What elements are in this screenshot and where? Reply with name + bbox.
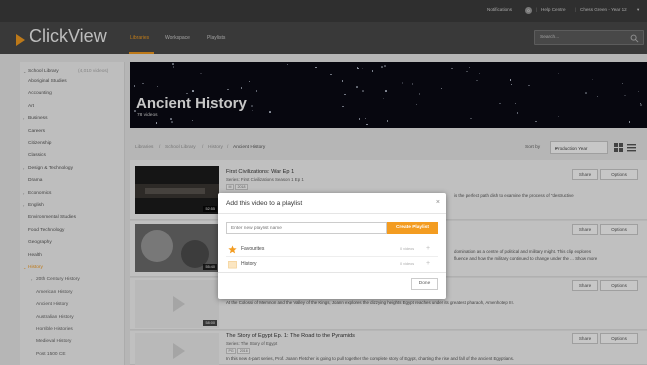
new-playlist-field[interactable] xyxy=(226,222,387,234)
new-playlist-input[interactable] xyxy=(227,223,386,233)
divider xyxy=(218,213,446,214)
playlist-name: History xyxy=(241,261,257,267)
close-icon[interactable]: × xyxy=(436,199,440,206)
star-icon xyxy=(228,245,237,254)
add-icon[interactable]: + xyxy=(426,260,430,267)
playlist-name: Favourites xyxy=(241,246,265,252)
playlist-item-favourites[interactable]: Favourites 0 videos + xyxy=(226,242,438,257)
playlist-count: 0 videos xyxy=(400,247,415,251)
playlist-count: 0 videos xyxy=(400,262,415,266)
playlist-item-history[interactable]: History 0 videos + xyxy=(226,257,438,272)
modal-overlay[interactable] xyxy=(0,0,647,365)
divider xyxy=(218,272,446,273)
add-to-playlist-dialog: Add this video to a playlist × Create Pl… xyxy=(218,193,446,299)
dialog-title: Add this video to a playlist xyxy=(226,200,303,207)
done-button[interactable]: Done xyxy=(411,278,438,290)
add-icon[interactable]: + xyxy=(426,245,430,252)
create-playlist-button[interactable]: Create Playlist xyxy=(387,222,438,234)
folder-icon xyxy=(228,261,237,269)
